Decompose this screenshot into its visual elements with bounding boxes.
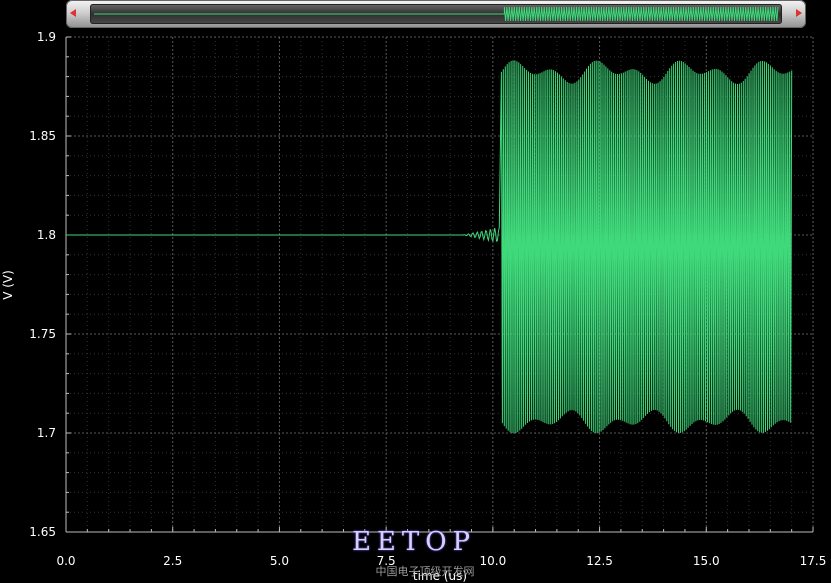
x-tick-label: 15.0 (693, 554, 720, 568)
x-tick-label: 17.5 (800, 554, 827, 568)
y-tick-label: 1.85 (29, 129, 56, 143)
waveform-plot: 0.0 2.5 5.0 7.5 10.0 12.5 15.0 17.51.91.851.81.… (1, 30, 827, 583)
x-tick-label: 2.5 (163, 554, 182, 568)
y-tick-label: 1.9 (37, 30, 56, 44)
x-tick-label: 12.5 (586, 554, 613, 568)
y-tick-label: 1.65 (29, 525, 56, 539)
y-tick-label: 1.8 (37, 228, 56, 242)
y-tick-label: 1.7 (37, 426, 56, 440)
x-tick-label: 0.0 (56, 554, 75, 568)
x-tick-label: 5.0 (270, 554, 289, 568)
watermark-subtitle: 中国电子顶级开发网 (375, 565, 475, 578)
y-axis-label: V (V) (1, 270, 15, 300)
watermark-logo: EETOP (351, 527, 477, 557)
y-tick-label: 1.75 (29, 327, 56, 341)
